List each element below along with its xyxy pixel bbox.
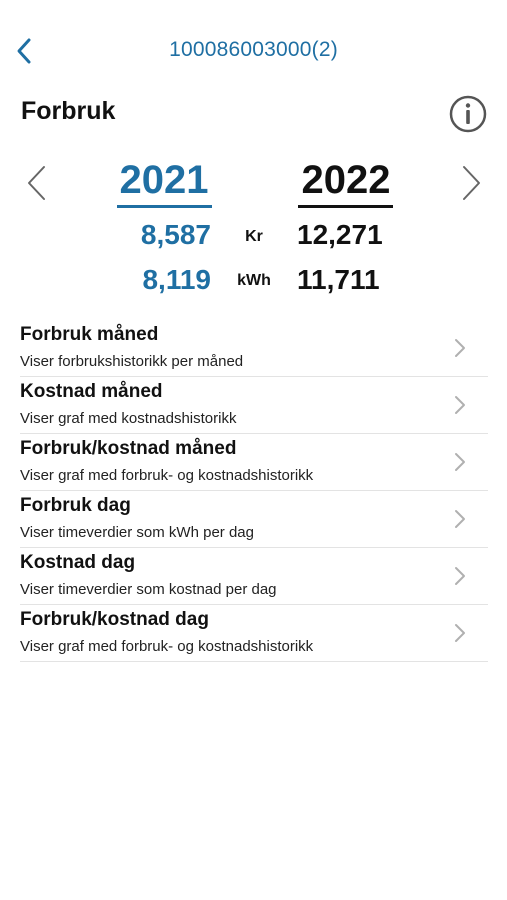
year-left-underline (117, 205, 212, 208)
menu-item-title: Kostnad dag (20, 552, 136, 573)
menu-item-title: Forbruk dag (20, 495, 131, 516)
right-energy-value: 11,711 (297, 264, 380, 295)
year-right[interactable]: 2022 (291, 158, 401, 203)
menu-item-title: Kostnad måned (20, 381, 163, 402)
left-cost-value: 8,587 (140, 219, 211, 250)
chevron-right-icon (455, 510, 465, 528)
menu-item-title: Forbruk måned (20, 324, 159, 345)
menu-item-subtitle: Viser graf med forbruk- og kostnadshisto… (20, 467, 314, 484)
chevron-right-icon (455, 453, 465, 471)
menu-item-forbruk-kostnad-maned[interactable]: Forbruk/kostnad måned Viser graf med for… (20, 434, 488, 491)
chevron-right-icon (455, 339, 465, 357)
menu-item-kostnad-maned[interactable]: Kostnad måned Viser graf med kostnadshis… (20, 377, 488, 434)
menu-item-forbruk-maned[interactable]: Forbruk måned Viser forbrukshistorikk pe… (20, 320, 488, 377)
chevron-right-icon (463, 166, 480, 200)
menu-item-title: Forbruk/kostnad måned (20, 438, 237, 459)
chevron-right-icon (455, 624, 465, 642)
menu-item-subtitle: Viser timeverdier som kWh per dag (20, 524, 254, 541)
menu-item-kostnad-dag[interactable]: Kostnad dag Viser timeverdier som kostna… (20, 548, 488, 605)
right-cost-value: 12,271 (297, 219, 383, 250)
menu-item-forbruk-kostnad-dag[interactable]: Forbruk/kostnad dag Viser graf med forbr… (20, 605, 488, 662)
year-right-underline (298, 205, 393, 208)
year-left[interactable]: 2021 (109, 158, 219, 203)
energy-unit-label: kWh (237, 272, 271, 289)
page-title: Forbruk (21, 97, 116, 125)
report-menu-list: Forbruk måned Viser forbrukshistorikk pe… (20, 320, 488, 662)
chevron-right-icon (455, 396, 465, 414)
menu-item-forbruk-dag[interactable]: Forbruk dag Viser timeverdier som kWh pe… (20, 491, 488, 548)
info-button[interactable] (448, 94, 488, 134)
previous-year-button[interactable] (22, 163, 52, 203)
chevron-right-icon (455, 567, 465, 585)
left-energy-value: 8,119 (142, 264, 211, 295)
menu-item-subtitle: Viser forbrukshistorikk per måned (20, 353, 244, 370)
menu-item-subtitle: Viser graf med kostnadshistorikk (20, 410, 237, 427)
info-circle-icon (449, 95, 487, 133)
menu-item-subtitle: Viser graf med forbruk- og kostnadshisto… (20, 638, 314, 655)
chevron-left-icon (28, 166, 45, 200)
next-year-button[interactable] (456, 163, 486, 203)
cost-unit-label: Kr (245, 228, 263, 245)
nav-title: 100086003000(2) (169, 38, 338, 61)
menu-item-title: Forbruk/kostnad dag (20, 609, 209, 630)
menu-item-subtitle: Viser timeverdier som kostnad per dag (20, 581, 277, 598)
